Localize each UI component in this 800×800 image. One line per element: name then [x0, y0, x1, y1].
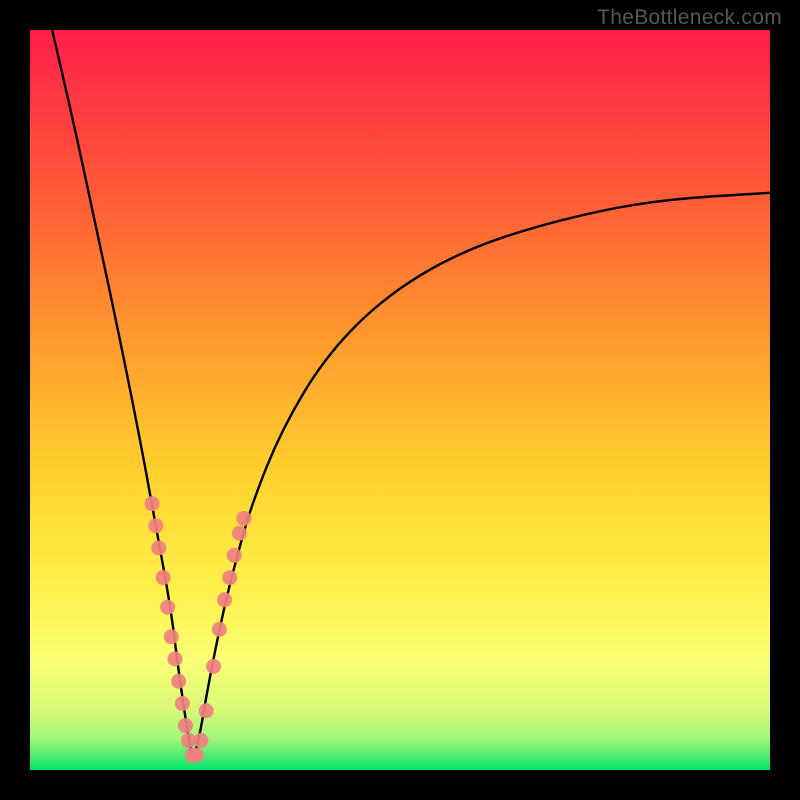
plot-area [30, 30, 770, 770]
data-marker [156, 570, 171, 585]
data-marker [160, 600, 175, 615]
data-marker [168, 652, 183, 667]
data-marker [189, 748, 204, 763]
data-marker [151, 541, 166, 556]
data-marker [164, 629, 179, 644]
data-marker [199, 703, 214, 718]
data-marker [178, 718, 193, 733]
data-marker [212, 622, 227, 637]
data-marker [171, 674, 186, 689]
data-marker [236, 511, 251, 526]
data-marker [232, 526, 247, 541]
bottleneck-curve [52, 30, 770, 754]
data-markers [145, 496, 252, 763]
data-marker [193, 733, 208, 748]
curve-layer [30, 30, 770, 770]
data-marker [148, 518, 163, 533]
chart-frame: TheBottleneck.com [0, 0, 800, 800]
watermark-text: TheBottleneck.com [597, 6, 782, 30]
data-marker [145, 496, 160, 511]
data-marker [227, 548, 242, 563]
data-marker [217, 592, 232, 607]
data-marker [206, 659, 221, 674]
data-marker [175, 696, 190, 711]
data-marker [222, 570, 237, 585]
